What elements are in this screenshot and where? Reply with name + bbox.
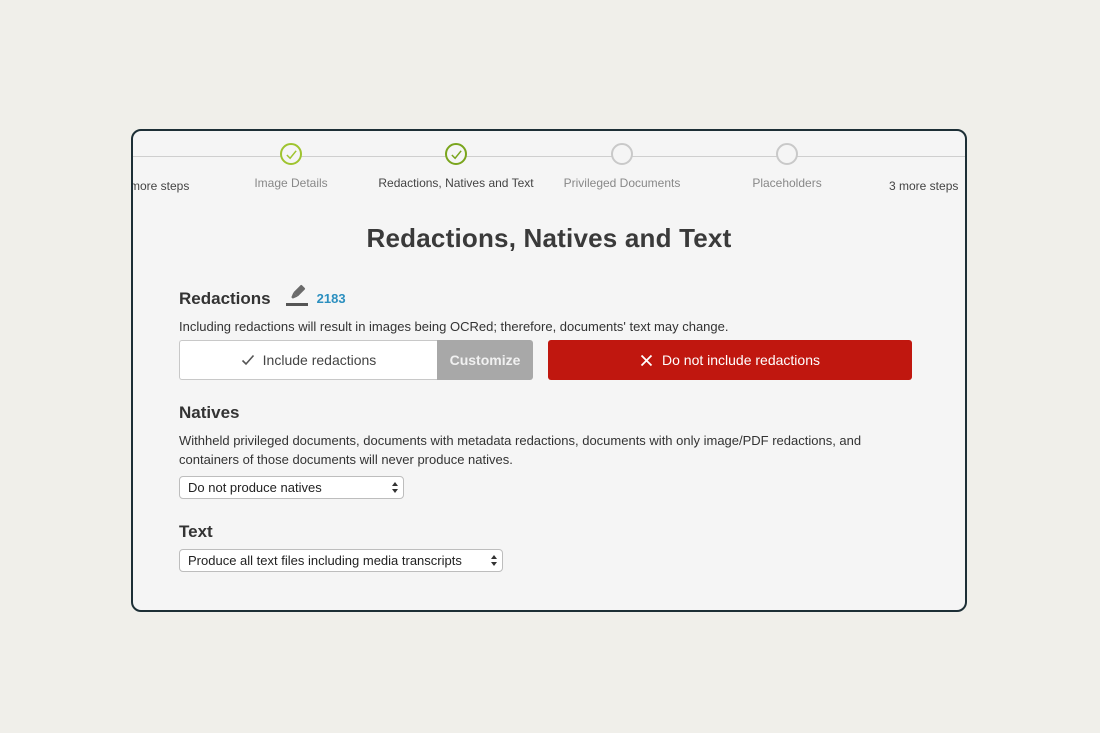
- step-label: Placeholders: [752, 176, 822, 190]
- step-complete-check-icon: [280, 143, 302, 165]
- more-steps-right[interactable]: 3 more steps: [889, 179, 958, 193]
- natives-description: Withheld privileged documents, documents…: [179, 433, 862, 467]
- checkmark-icon: [241, 354, 254, 366]
- text-select-value: Produce all text files including media t…: [188, 553, 462, 568]
- step-current-check-icon: [445, 143, 467, 165]
- redactions-description: Including redactions will result in imag…: [179, 319, 729, 334]
- natives-select[interactable]: Do not produce natives: [179, 476, 404, 499]
- redaction-marker-icon: [285, 283, 309, 307]
- include-redactions-button[interactable]: Include redactions: [179, 340, 437, 380]
- redactions-heading: Redactions: [179, 289, 271, 308]
- customize-button[interactable]: Customize: [437, 340, 533, 380]
- do-not-include-redactions-label: Do not include redactions: [662, 352, 820, 368]
- include-redactions-label: Include redactions: [262, 352, 377, 368]
- select-arrows-icon: [491, 555, 497, 566]
- step-progress-bar: more steps Image Details Redactions, Nat…: [133, 131, 965, 201]
- redaction-count[interactable]: 2183: [317, 291, 346, 306]
- text-heading: Text: [179, 522, 213, 541]
- select-arrows-icon: [392, 482, 398, 493]
- do-not-include-redactions-button[interactable]: Do not include redactions: [548, 340, 912, 380]
- step-placeholders[interactable]: Placeholders: [677, 143, 897, 190]
- page-title: Redactions, Natives and Text: [366, 223, 732, 253]
- production-step-card: more steps Image Details Redactions, Nat…: [131, 129, 967, 612]
- natives-heading: Natives: [179, 403, 240, 422]
- close-icon: [640, 354, 653, 366]
- step-pending-circle-icon: [611, 143, 633, 165]
- natives-section: Natives Withheld privileged documents, d…: [179, 403, 919, 469]
- redactions-choice-group: Include redactions Customize Do not incl…: [179, 340, 913, 380]
- natives-select-value: Do not produce natives: [188, 480, 322, 495]
- text-select[interactable]: Produce all text files including media t…: [179, 549, 503, 572]
- redactions-section: Redactions 2183 Including redactions wil…: [179, 283, 919, 336]
- step-pending-circle-icon: [776, 143, 798, 165]
- text-section: Text: [179, 522, 919, 542]
